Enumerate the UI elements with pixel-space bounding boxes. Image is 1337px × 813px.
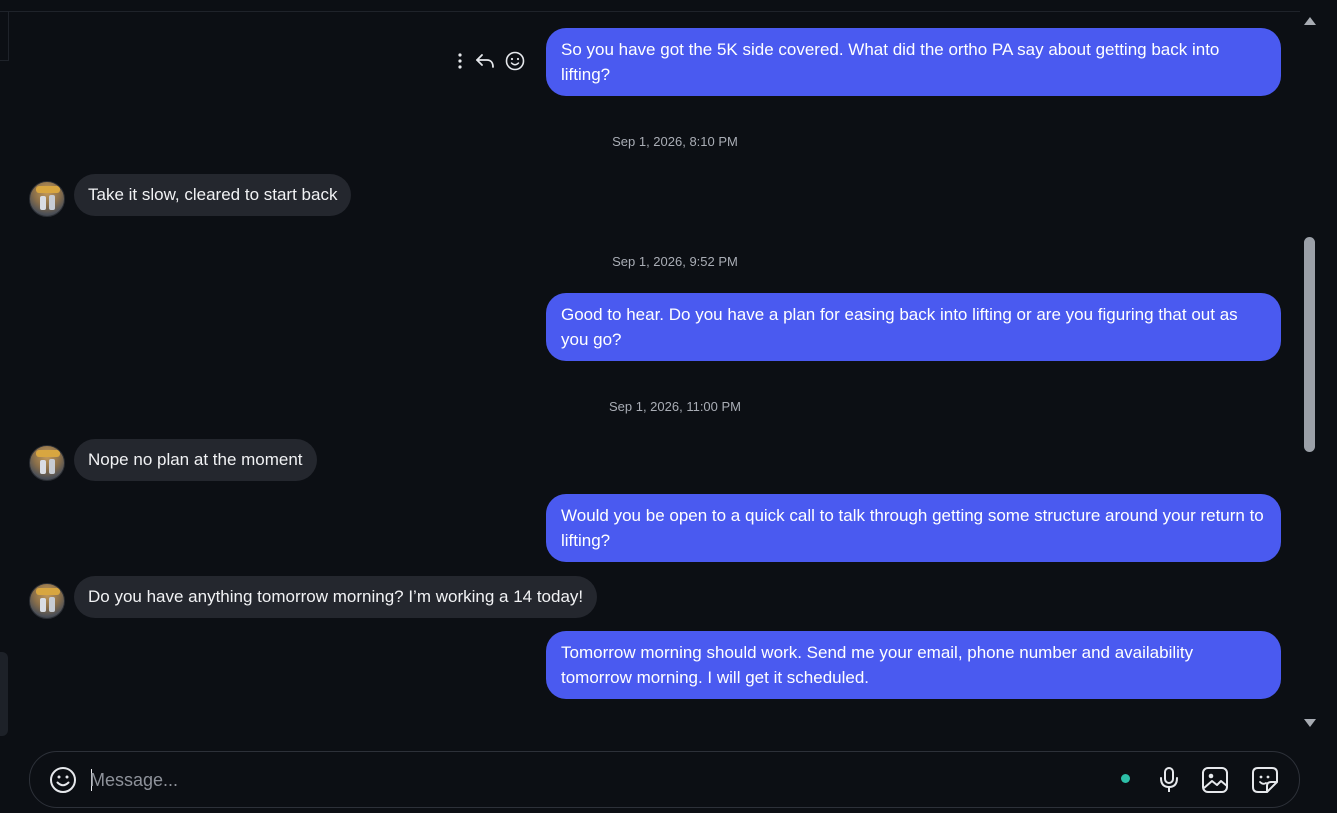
status-dot	[1121, 774, 1130, 783]
message-composer	[29, 751, 1300, 808]
message-timestamp: Sep 1, 2026, 8:10 PM	[612, 134, 738, 149]
outgoing-message[interactable]: Tomorrow morning should work. Send me yo…	[546, 631, 1281, 699]
chat-app: So you have got the 5K side covered. Wha…	[0, 0, 1337, 813]
scroll-thumb[interactable]	[1304, 237, 1315, 452]
avatar[interactable]	[29, 181, 65, 217]
outgoing-message[interactable]: Would you be open to a quick call to tal…	[546, 494, 1281, 562]
avatar[interactable]	[29, 445, 65, 481]
incoming-message[interactable]: Nope no plan at the moment	[74, 439, 317, 481]
image-icon[interactable]	[1200, 765, 1230, 800]
incoming-message[interactable]: Take it slow, cleared to start back	[74, 174, 352, 216]
message-timestamp: Sep 1, 2026, 11:00 PM	[608, 399, 742, 414]
microphone-icon[interactable]	[1154, 765, 1184, 800]
reply-icon[interactable]	[474, 50, 496, 72]
message-thread: So you have got the 5K side covered. Wha…	[10, 12, 1300, 732]
scrollbar[interactable]	[1301, 12, 1318, 732]
scroll-up-arrow-icon[interactable]	[1304, 17, 1316, 25]
message-actions	[454, 50, 526, 72]
message-timestamp: Sep 1, 2026, 9:52 PM	[612, 254, 738, 269]
outgoing-message[interactable]: So you have got the 5K side covered. Wha…	[546, 28, 1281, 96]
incoming-message[interactable]: Do you have anything tomorrow morning? I…	[74, 576, 598, 618]
left-panel-handle[interactable]	[0, 652, 8, 736]
emoji-icon[interactable]	[48, 765, 78, 800]
scroll-down-arrow-icon[interactable]	[1304, 719, 1316, 727]
message-input[interactable]	[90, 766, 990, 794]
react-emoji-icon[interactable]	[504, 50, 526, 72]
more-options-icon[interactable]	[454, 51, 466, 71]
left-panel-edge	[0, 12, 9, 61]
outgoing-message[interactable]: Good to hear. Do you have a plan for eas…	[546, 293, 1281, 361]
top-divider	[0, 0, 1300, 12]
sticker-icon[interactable]	[1250, 765, 1280, 800]
avatar[interactable]	[29, 583, 65, 619]
